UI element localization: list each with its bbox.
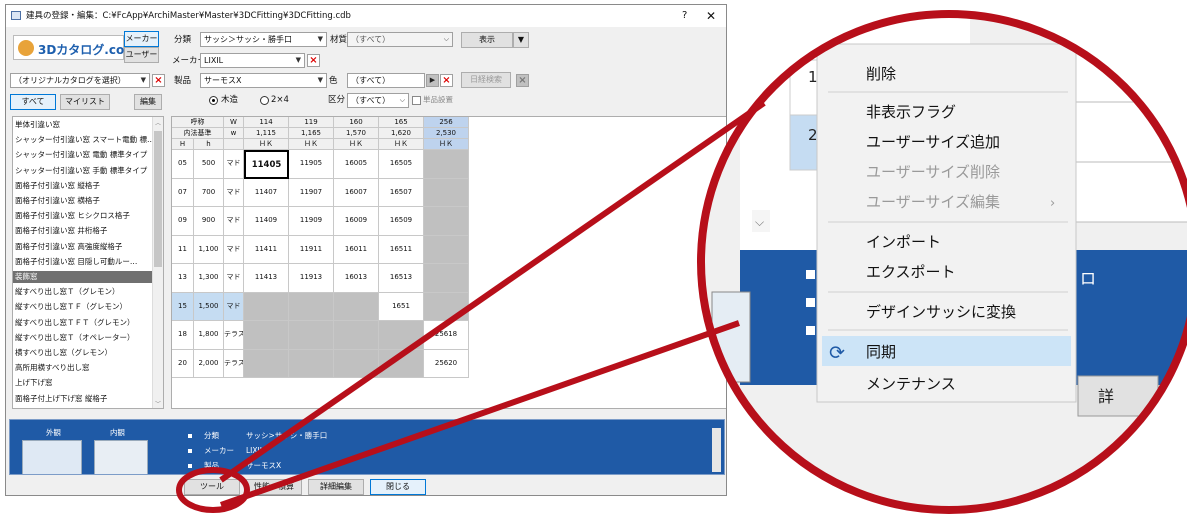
zoom-gray-cell xyxy=(1075,14,1187,43)
zoom-bullet xyxy=(806,298,815,307)
chevron-down-icon: ⌵ xyxy=(755,215,764,229)
context-menu-item[interactable]: ユーザーサイズ追加 xyxy=(866,133,1000,151)
zoom-cell xyxy=(1075,161,1187,223)
zoom-exterior-image xyxy=(711,291,751,383)
zoom-text-ro: ロ xyxy=(1080,269,1096,288)
tool-button-highlight-circle xyxy=(176,467,250,513)
menu-item-highlight xyxy=(822,336,1071,366)
callout-line-lower xyxy=(220,320,740,508)
callout-overlay: 14 20 ロ ⌵ 詳 削除非表示フラグユーザーサイズ追加ユーザーサイズ削除ユー… xyxy=(176,10,1187,514)
context-menu-item[interactable]: ユーザーサイズ編集 xyxy=(866,193,1000,211)
context-menu-item[interactable]: 非表示フラグ xyxy=(866,103,956,121)
context-menu-item[interactable]: 同期 xyxy=(866,343,896,361)
zoom-bullet xyxy=(806,326,815,335)
zoom-detail-label: 詳 xyxy=(1098,387,1114,406)
chevron-right-icon: › xyxy=(1050,196,1055,211)
context-menu-item[interactable]: ユーザーサイズ削除 xyxy=(866,163,1000,181)
context-menu-item[interactable]: エクスポート xyxy=(866,263,956,281)
context-menu-item[interactable]: メンテナンス xyxy=(866,375,956,393)
callout-line-upper xyxy=(219,100,766,483)
context-menu-item[interactable]: 削除 xyxy=(866,65,896,83)
sync-icon: ⟳ xyxy=(829,342,845,364)
context-menu-item[interactable]: インポート xyxy=(866,233,941,251)
zoom-bullet xyxy=(806,270,815,279)
context-menu-item[interactable]: デザインサッシに変換 xyxy=(866,303,1016,321)
